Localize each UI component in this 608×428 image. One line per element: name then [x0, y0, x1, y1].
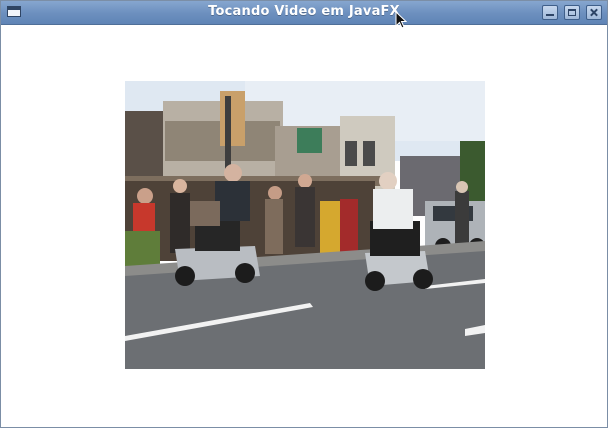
minimize-button[interactable] [542, 5, 558, 20]
app-window: Tocando Video em JavaFX [0, 0, 608, 428]
video-player[interactable] [125, 81, 485, 369]
window-title: Tocando Video em JavaFX [208, 4, 400, 19]
video-frame [125, 81, 485, 369]
title-bar[interactable]: Tocando Video em JavaFX [1, 1, 607, 25]
close-button[interactable] [586, 5, 602, 20]
mouse-pointer-icon [395, 11, 407, 29]
maximize-button[interactable] [564, 5, 580, 20]
